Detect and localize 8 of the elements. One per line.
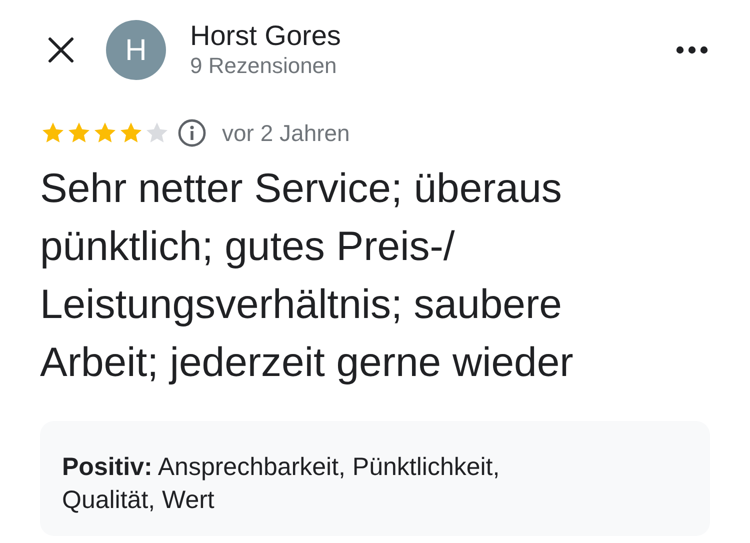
positive-aspects-text: Positiv: Ansprechbarkeit, Pünktlichkeit, Qualität, Wert bbox=[62, 452, 501, 516]
info-icon[interactable] bbox=[178, 119, 206, 148]
review-count: 9 Rezensionen bbox=[190, 52, 338, 80]
more-icon[interactable] bbox=[676, 46, 708, 54]
review-text: Sehr netter Service; überaus pünktlich; gutes Preis-/ Leistungsverhältnis; saubere Arbeit; jederzeit gerne wieder bbox=[39, 164, 574, 386]
reviewer-name[interactable]: Horst Gores bbox=[190, 20, 674, 52]
avatar: H bbox=[106, 20, 166, 80]
review-date: vor 2 Jahren bbox=[222, 119, 350, 148]
